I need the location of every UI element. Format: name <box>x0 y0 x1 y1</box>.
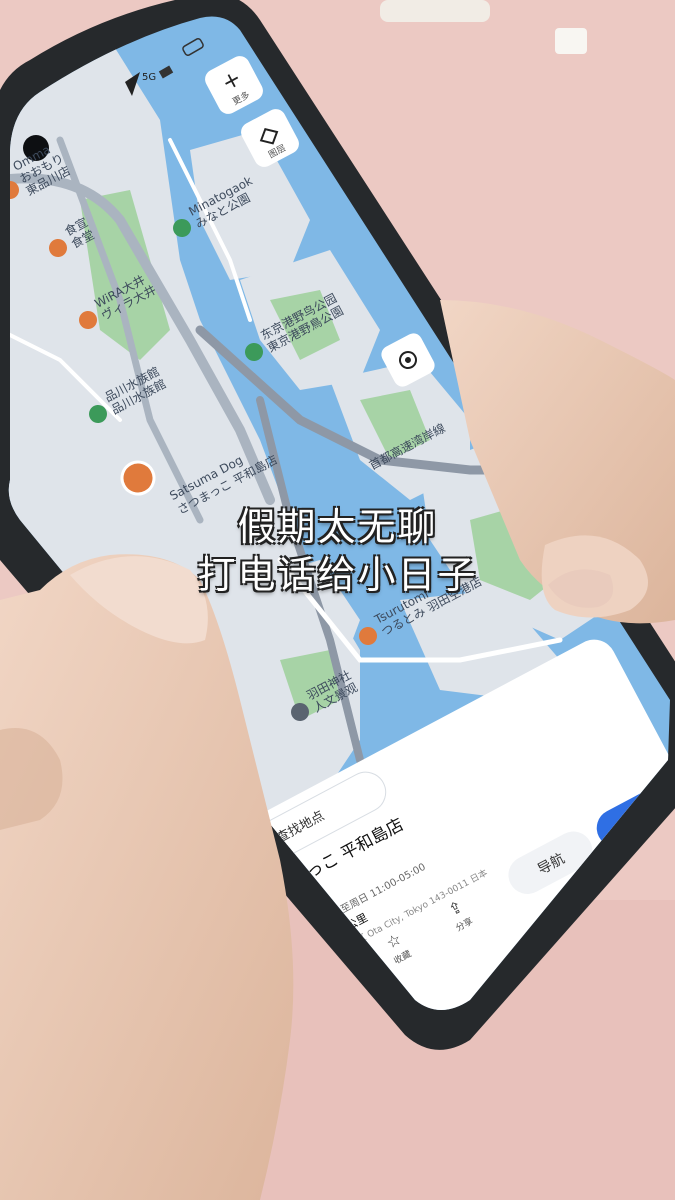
caption-line-2: 打电话给小日子 <box>197 553 478 597</box>
signal-label: 5G <box>142 72 156 83</box>
photo-scene: 5G + 更多 图层 Omma おおもり 東品川店 食宣 食堂 Minatoga… <box>0 0 675 1200</box>
caption-line-1: 假期太无聊 <box>237 505 438 549</box>
